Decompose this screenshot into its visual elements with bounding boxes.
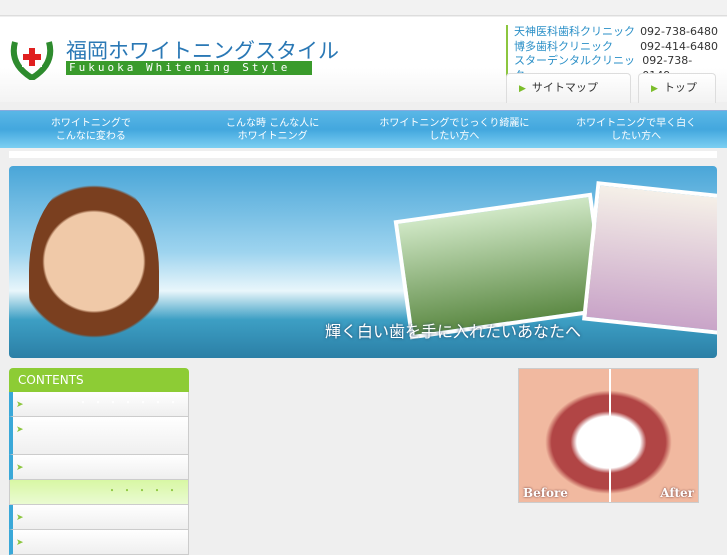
sidebar-item[interactable]: ➤ [9, 417, 189, 455]
arrow-icon: ➤ [16, 538, 24, 548]
sidebar-separator: ・・・・・ [9, 480, 189, 505]
tab-sitemap[interactable]: ▶ サイトマップ [506, 73, 631, 103]
header: 福岡ホワイトニングスタイル Fukuoka Whitening Style 天神… [0, 17, 727, 103]
divider [9, 151, 717, 158]
hero-banner: 輝く白い歯を手に入れたいあなたへ [9, 166, 717, 358]
arrow-icon: ▶ [519, 84, 526, 94]
yukata-photo [582, 181, 717, 335]
clinic-name: 博多歯科クリニック [514, 39, 613, 53]
sidebar-header: CONTENTS ・・・・・・・ [9, 368, 189, 409]
main-nav: ホワイトニングで こんなに変わる こんな時 こんな人に ホワイトニング ホワイトニン… [0, 110, 727, 148]
nav-item[interactable]: こんな時 こんな人に ホワイトニング [182, 111, 364, 148]
clinic-item[interactable]: 博多歯科クリニック 092-414-6480 [514, 40, 718, 55]
nav-item[interactable]: ホワイトニングで こんなに変わる [0, 111, 182, 148]
clinic-name: 天神医科歯科クリニック [514, 25, 635, 38]
banner-catchphrase: 輝く白い歯を手に入れたいあなたへ [325, 322, 582, 341]
arrow-icon: ➤ [16, 425, 24, 435]
clinic-item[interactable]: 天神医科歯科クリニック 092-738-6480 [514, 25, 718, 40]
logo-icon[interactable] [9, 34, 55, 80]
sidebar-item[interactable]: ➤ [9, 505, 189, 530]
clinic-phone: 092-414-6480 [640, 39, 718, 53]
tab-label: トップ [663, 81, 697, 94]
before-after-image: Before After [518, 368, 699, 503]
clinic-phone: 092-738-6480 [640, 25, 718, 38]
after-label: After [660, 486, 694, 500]
tab-label: サイトマップ [531, 81, 598, 94]
site-subtitle: Fukuoka Whitening Style [66, 61, 312, 75]
sidebar-item[interactable]: ➤ [9, 455, 189, 480]
tab-top[interactable]: ▶ トップ [638, 73, 716, 103]
before-label: Before [523, 486, 568, 500]
arrow-icon: ➤ [16, 400, 24, 410]
model-photo [29, 176, 159, 358]
sidebar-item[interactable]: ➤ [9, 530, 189, 555]
nav-item[interactable]: ホワイトニングでじっくり綺麗に したい方へ [364, 111, 546, 148]
top-bar [0, 0, 727, 16]
arrow-icon: ▶ [651, 84, 658, 94]
arrow-icon: ➤ [16, 513, 24, 523]
nav-item[interactable]: ホワイトニングで早く白く したい方へ [545, 111, 727, 148]
sidebar: CONTENTS ・・・・・・・ ➤ ➤ ➤ ・・・・・ ➤ ➤ [9, 368, 189, 555]
arrow-icon: ➤ [16, 463, 24, 473]
